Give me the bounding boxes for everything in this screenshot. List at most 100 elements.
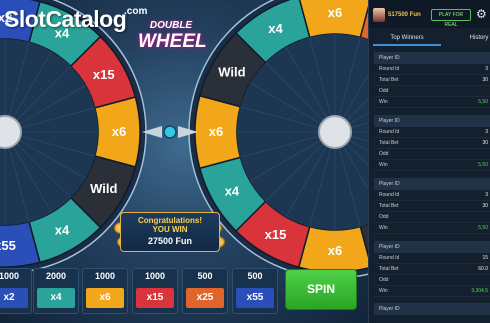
- winner-card-row: Win 5,50: [374, 97, 490, 108]
- game-logo-line1: DOUBLE: [149, 20, 193, 31]
- winner-card: Player ID Round Id 3 Total Bet 30 Odd Win 5,50: [374, 52, 490, 108]
- row-key: Win: [379, 162, 388, 168]
- winner-card-header: Player ID: [374, 303, 490, 315]
- game-area: x4x15x6Wildx4x55x4x6x25x4x6x2x6x25x6x4x5…: [0, 0, 368, 323]
- wheel-segment-label: Wild: [90, 181, 117, 196]
- win-banner-title: Congratulations!: [138, 216, 202, 225]
- bet-multiplier: x2: [0, 288, 28, 308]
- winner-card: Player ID: [374, 303, 490, 315]
- bet-multiplier: x4: [37, 288, 75, 308]
- row-key: Round Id: [379, 66, 400, 72]
- row-value: 3: [485, 129, 488, 135]
- wheel-segment-label: x4: [55, 223, 70, 238]
- wheel-segment-label: x6: [209, 124, 223, 139]
- winner-card: Player ID Round Id 3 Total Bet 30 Odd Win 5,50: [374, 115, 490, 171]
- row-value: 3: [485, 66, 488, 72]
- winner-card-row: Win 5,50: [374, 160, 490, 171]
- row-value: 3: [485, 192, 488, 198]
- avatar: [373, 8, 385, 22]
- wheel-segment-label: x6: [328, 243, 342, 258]
- row-key: Total Bet: [379, 140, 399, 146]
- panel-header: 517500 Fun PLAY FOR REAL ⚙: [369, 0, 490, 28]
- row-key: Odd: [379, 151, 389, 157]
- bet-amount: 1000: [144, 271, 166, 281]
- winner-card-row: Total Bet 30: [374, 138, 490, 149]
- bet-amount: 500: [247, 271, 263, 281]
- row-value: 30: [482, 140, 488, 146]
- row-value: 30: [482, 77, 488, 83]
- game-logo: DOUBLE WHEEL: [138, 20, 207, 56]
- row-key: Odd: [379, 214, 389, 220]
- row-key: Odd: [379, 277, 389, 283]
- winner-card-header: Player ID: [374, 241, 490, 253]
- wheel-segment-label: x15: [93, 67, 115, 82]
- bet-multiplier: x55: [236, 288, 274, 308]
- brand-name: SlotCatalog: [4, 6, 127, 32]
- bet-button-x15[interactable]: 1000 x15: [132, 268, 178, 314]
- winner-card-row: Total Bet 30: [374, 75, 490, 86]
- winner-card-row: Round Id 3: [374, 190, 490, 201]
- side-panel: 517500 Fun PLAY FOR REAL ⚙ Top Winners H…: [368, 0, 490, 323]
- winner-card-row: Round Id 15: [374, 253, 490, 264]
- row-value: 15: [482, 255, 488, 261]
- right-wheel-hub: [318, 115, 352, 149]
- wheel-segment-label: x55: [0, 238, 16, 253]
- spin-button[interactable]: SPIN: [285, 269, 357, 310]
- row-value: 5,50: [478, 162, 488, 168]
- row-value: 30: [482, 203, 488, 209]
- winner-card-row: Odd: [374, 149, 490, 160]
- panel-tabs: Top Winners History: [369, 30, 490, 46]
- gear-icon[interactable]: ⚙: [476, 8, 487, 20]
- tab-history[interactable]: History: [459, 30, 490, 46]
- bet-button-x25[interactable]: 500 x25: [182, 268, 228, 314]
- game-logo-line2: WHEEL: [138, 31, 207, 52]
- winner-card-header: Player ID: [374, 115, 490, 127]
- row-key: Round Id: [379, 255, 400, 261]
- brand-domain: .com: [124, 6, 148, 17]
- row-key: Win: [379, 99, 388, 105]
- row-key: Odd: [379, 88, 389, 94]
- row-key: Total Bet: [379, 77, 399, 83]
- wheel-segment-label: x4: [225, 184, 240, 199]
- balance-label: 517500 Fun: [388, 12, 421, 18]
- play-for-real-button[interactable]: PLAY FOR REAL: [431, 9, 471, 28]
- winner-card-row: Round Id 3: [374, 64, 490, 75]
- row-key: Win: [379, 288, 388, 294]
- row-value: 3,304,5: [471, 288, 488, 294]
- bet-button-x4[interactable]: 2000 x4: [33, 268, 79, 314]
- brand-logo: SlotCatalog: [4, 6, 127, 33]
- wheel-segment-label: x6: [328, 5, 342, 20]
- bet-amount: 500: [197, 271, 213, 281]
- tab-top-winners[interactable]: Top Winners: [373, 30, 441, 46]
- winner-card-row: Win 5,50: [374, 223, 490, 234]
- bet-multiplier: x25: [186, 288, 224, 308]
- winner-card: Player ID Round Id 3 Total Bet 30 Odd Win 5,50: [374, 178, 490, 234]
- winner-card-row: Round Id 3: [374, 127, 490, 138]
- row-value: 5,50: [478, 99, 488, 105]
- wheel-segment-label: x15: [265, 227, 287, 242]
- win-banner: Congratulations! YOU WIN 27500 Fun: [120, 212, 220, 252]
- winner-card-row: Odd: [374, 86, 490, 97]
- row-key: Total Bet: [379, 203, 399, 209]
- row-key: Total Bet: [379, 266, 399, 272]
- row-key: Win: [379, 225, 388, 231]
- bet-button-x2[interactable]: 1000 x2: [0, 268, 32, 314]
- bet-button-x55[interactable]: 500 x55: [232, 268, 278, 314]
- bet-bar: 1000 x2 2000 x4 1000 x6 1000 x15 500 x25…: [0, 268, 290, 323]
- game-screen: x4x15x6Wildx4x55x4x6x25x4x6x2x6x25x6x4x5…: [0, 0, 490, 323]
- row-key: Round Id: [379, 129, 400, 135]
- bet-multiplier: x15: [136, 288, 174, 308]
- row-key: Round Id: [379, 192, 400, 198]
- bet-amount: 2000: [45, 271, 67, 281]
- bet-button-x6[interactable]: 1000 x6: [82, 268, 128, 314]
- bet-amount: 1000: [94, 271, 116, 281]
- wheel-segment-label: x6: [112, 124, 126, 139]
- row-value: 60.0: [478, 266, 488, 272]
- bet-multiplier: x6: [86, 288, 124, 308]
- row-value: 5,50: [478, 225, 488, 231]
- winner-card-header: Player ID: [374, 52, 490, 64]
- winner-card: Player ID Round Id 15 Total Bet 60.0 Odd Win 3,…: [374, 241, 490, 297]
- win-banner-amount: 27500 Fun: [147, 236, 193, 246]
- winner-card-row: Total Bet 30: [374, 201, 490, 212]
- winner-card-row: Total Bet 60.0: [374, 264, 490, 275]
